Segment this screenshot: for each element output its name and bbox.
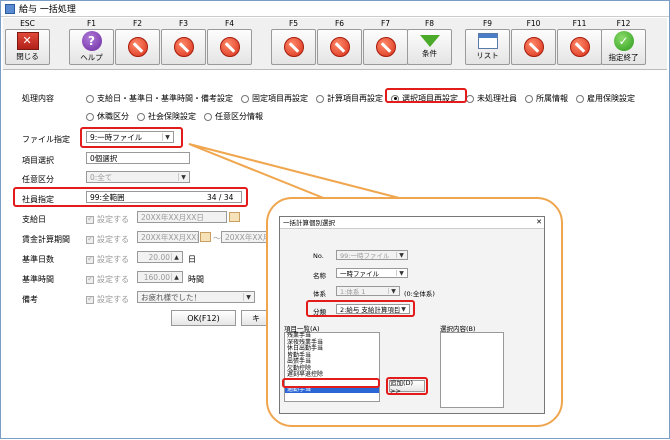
selected-list[interactable] bbox=[440, 332, 504, 408]
main-window: 給与 一括処理 ESC閉じるF1?ヘルプF2F3F4F5F6F7F8条件F9リス… bbox=[0, 0, 670, 439]
highlight-add bbox=[386, 377, 428, 395]
name-field[interactable]: 一時ファイル ▼ bbox=[336, 268, 408, 278]
chevron-down-icon: ▼ bbox=[388, 288, 398, 295]
sub-dialog: 一括計算個別選択 ✕ No. 99:一時ファイル ▼ 名称 一時ファイル ▼ 体系 … bbox=[279, 216, 545, 414]
no-select[interactable]: 99:一時ファイル ▼ bbox=[336, 250, 408, 260]
system-note: (0:全体系) bbox=[404, 290, 435, 298]
system-label: 体系 bbox=[313, 290, 326, 298]
system-value: 1:体系 1 bbox=[340, 288, 366, 296]
chevron-down-icon: ▼ bbox=[396, 252, 406, 259]
no-label: No. bbox=[313, 252, 324, 260]
item-list[interactable]: 残業手当 深夜残業手当 休日出勤手当 皆勤手当 出張手当 欠勤控除 遅刻早退控除 通勤手当 bbox=[284, 332, 380, 402]
name-label: 名称 bbox=[313, 272, 326, 280]
dialog-title: 一括計算個別選択 bbox=[280, 217, 544, 229]
system-select[interactable]: 1:体系 1 ▼ bbox=[336, 286, 400, 296]
highlight-category bbox=[306, 300, 415, 317]
no-value: 99:一時ファイル bbox=[340, 252, 390, 260]
name-value: 一時ファイル bbox=[340, 270, 379, 278]
chevron-down-icon: ▼ bbox=[396, 270, 406, 277]
highlight-item bbox=[282, 378, 380, 388]
close-icon[interactable]: ✕ bbox=[536, 218, 542, 226]
